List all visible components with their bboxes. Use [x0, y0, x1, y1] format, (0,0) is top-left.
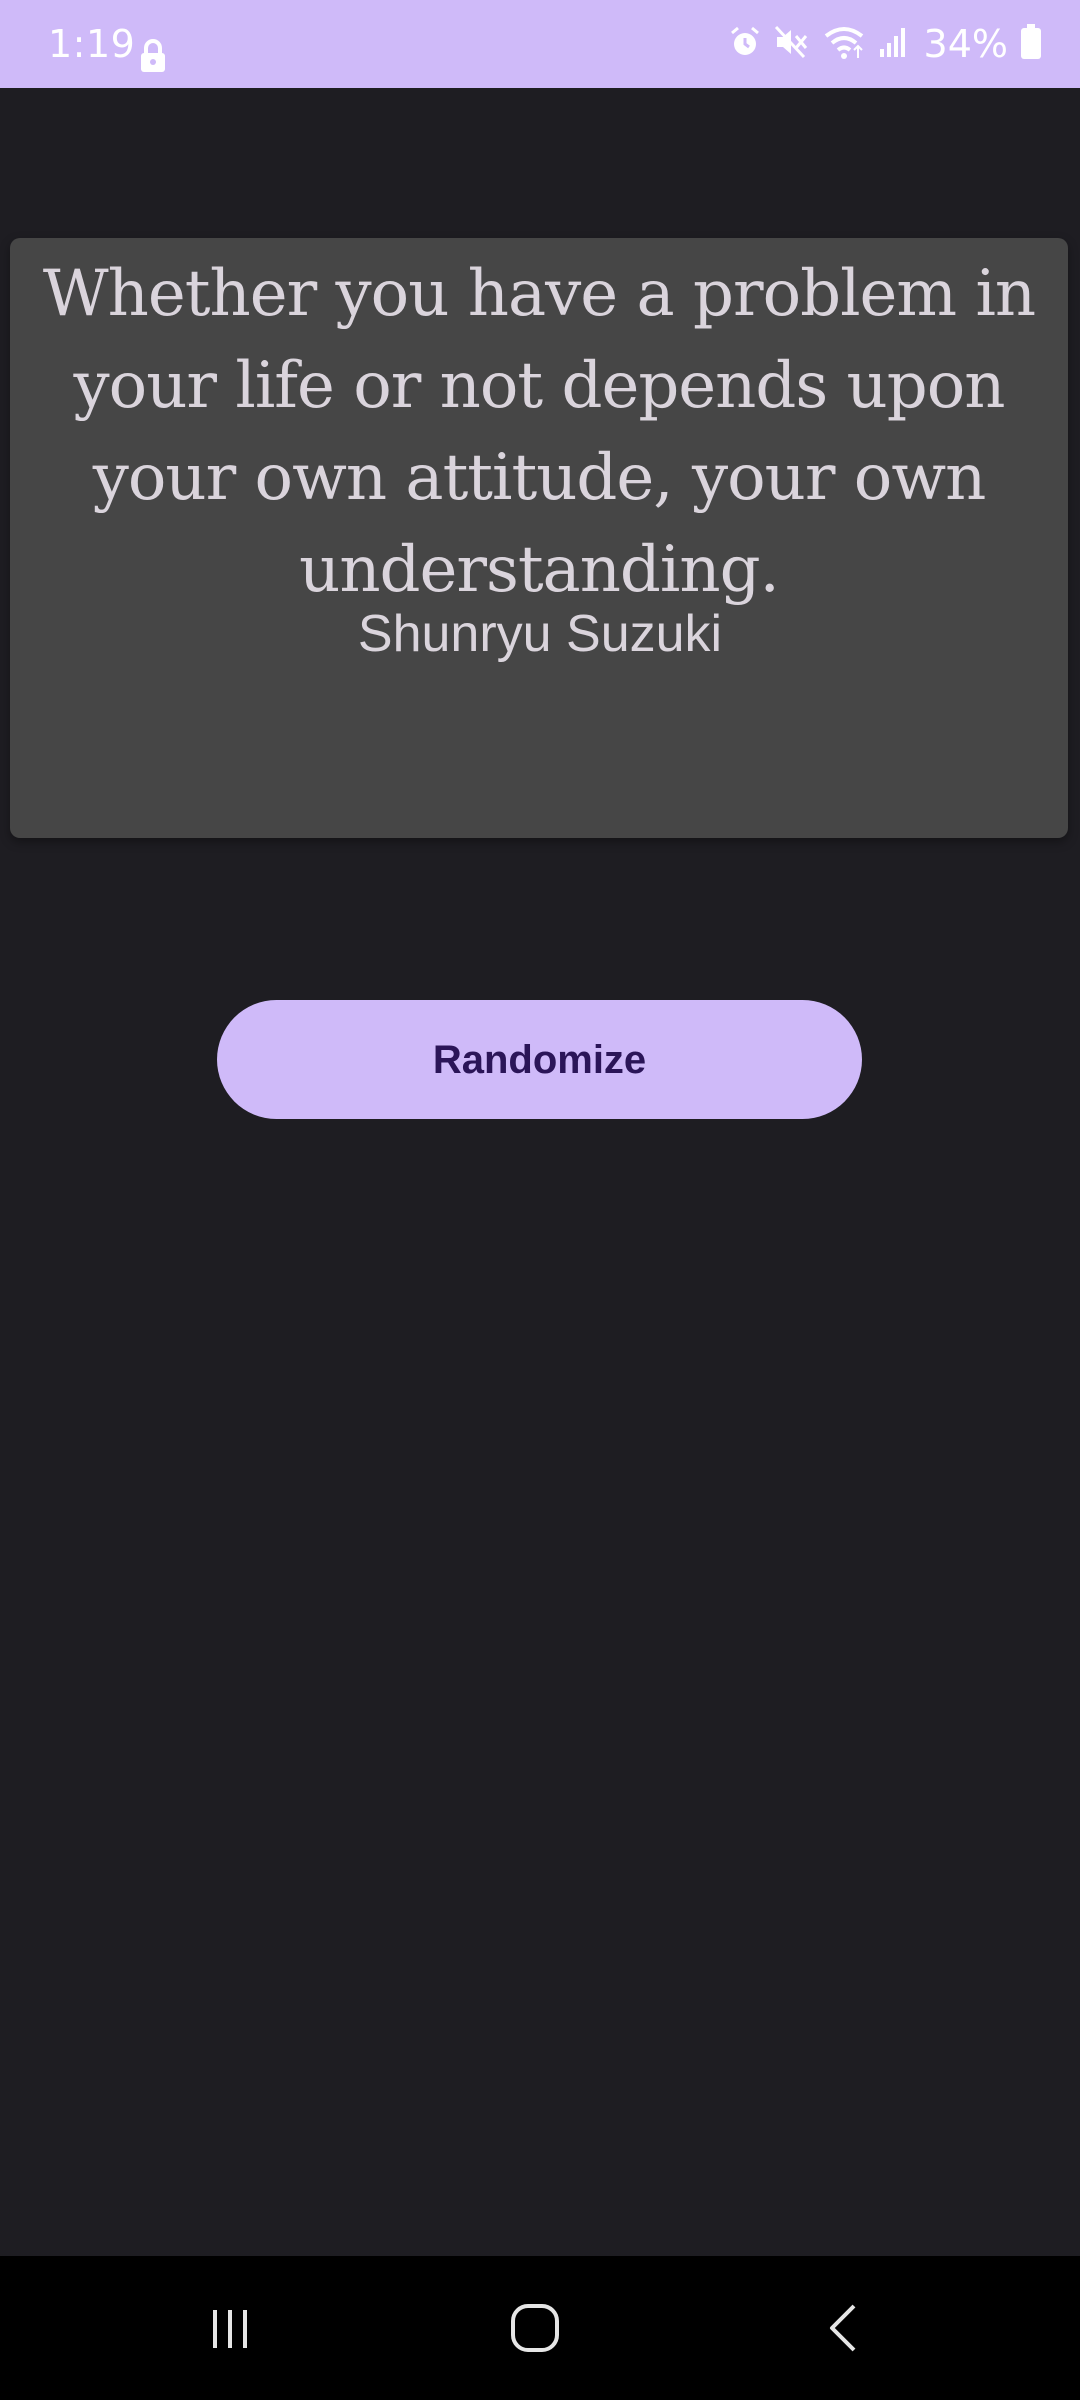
battery-icon [1020, 23, 1042, 66]
home-icon[interactable] [505, 2298, 565, 2363]
navigation-bar [0, 2256, 1080, 2400]
randomize-button[interactable]: Randomize [217, 1000, 862, 1119]
wifi-icon [822, 24, 866, 65]
mute-icon [774, 25, 810, 64]
quote-card: Whether you have a problem in your life … [10, 238, 1068, 838]
quote-text: Whether you have a problem in your life … [42, 257, 1036, 607]
status-icons: 34% [728, 18, 1042, 70]
back-icon[interactable] [815, 2298, 875, 2363]
battery-percentage: 34% [923, 22, 1008, 66]
recents-icon[interactable] [200, 2298, 260, 2363]
quote-author: Shunryu Suzuki [357, 605, 723, 663]
signal-icon [878, 25, 906, 64]
status-bar: 1:19 34% [0, 0, 1080, 88]
lock-icon [138, 38, 168, 79]
status-time: 1:19 [48, 22, 136, 66]
alarm-icon [728, 25, 762, 64]
